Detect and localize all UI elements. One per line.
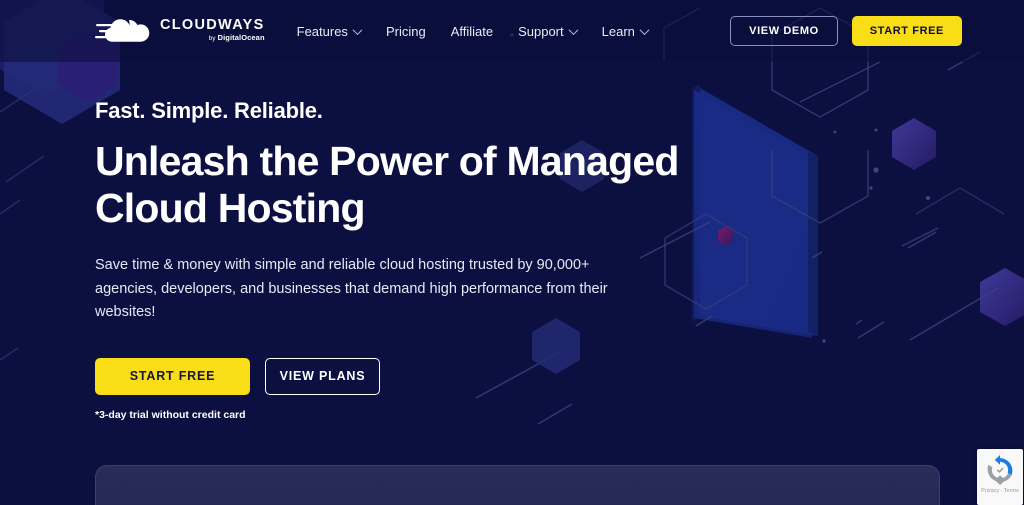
nav-label: Features [296,23,348,39]
page-title: Unleash the Power of Managed Cloud Hosti… [95,138,679,232]
hero-view-plans-button[interactable]: VIEW PLANS [265,357,380,395]
primary-navigation: Features Pricing Affiliate Support Learn [296,23,650,39]
chevron-down-icon [352,24,363,35]
nav-label: Pricing [385,23,426,39]
recaptcha-icon [987,455,1013,485]
nav-item-learn[interactable]: Learn [601,23,650,39]
header-start-free-button[interactable]: START FREE [851,16,962,46]
logo-name: CLOUDWAYS [160,17,265,33]
nav-item-support[interactable]: Support [518,23,579,39]
recaptcha-badge[interactable]: Privacy - Terms [977,449,1023,505]
content-card-below-fold [95,465,940,505]
chevron-down-icon [568,24,579,35]
site-header: CLOUDWAYS by DigitalOcean Features Prici… [0,0,1024,62]
trial-fineprint: *3-day trial without credit card [95,408,246,421]
logo-subtitle: by DigitalOcean [160,32,265,43]
view-demo-button[interactable]: VIEW DEMO [730,16,838,46]
cloud-speed-icon [95,19,150,42]
cloudways-logo[interactable]: CLOUDWAYS by DigitalOcean [95,16,265,46]
chevron-down-icon [639,24,650,35]
hero-cta-row: START FREE VIEW PLANS [95,357,1024,395]
hero-subheading: Save time & money with simple and reliab… [95,257,608,321]
recaptcha-label: Privacy - Terms [981,488,1019,494]
logo-parent-brand: DigitalOcean [217,32,265,42]
nav-item-pricing[interactable]: Pricing [386,24,426,39]
nav-label: Learn [601,23,635,39]
nav-label: Support [518,23,564,39]
nav-item-affiliate[interactable]: Affiliate [451,24,493,39]
logo-by-prefix: by [208,34,218,42]
nav-label: Affiliate [450,23,494,39]
hero-eyebrow: Fast. Simple. Reliable. [95,98,323,123]
hero-section: Fast. Simple. Reliable. Unleash the Powe… [0,62,1024,421]
hero-start-free-button[interactable]: START FREE [95,357,250,395]
header-actions: VIEW DEMO START FREE [730,16,962,46]
nav-item-features[interactable]: Features [296,23,363,39]
